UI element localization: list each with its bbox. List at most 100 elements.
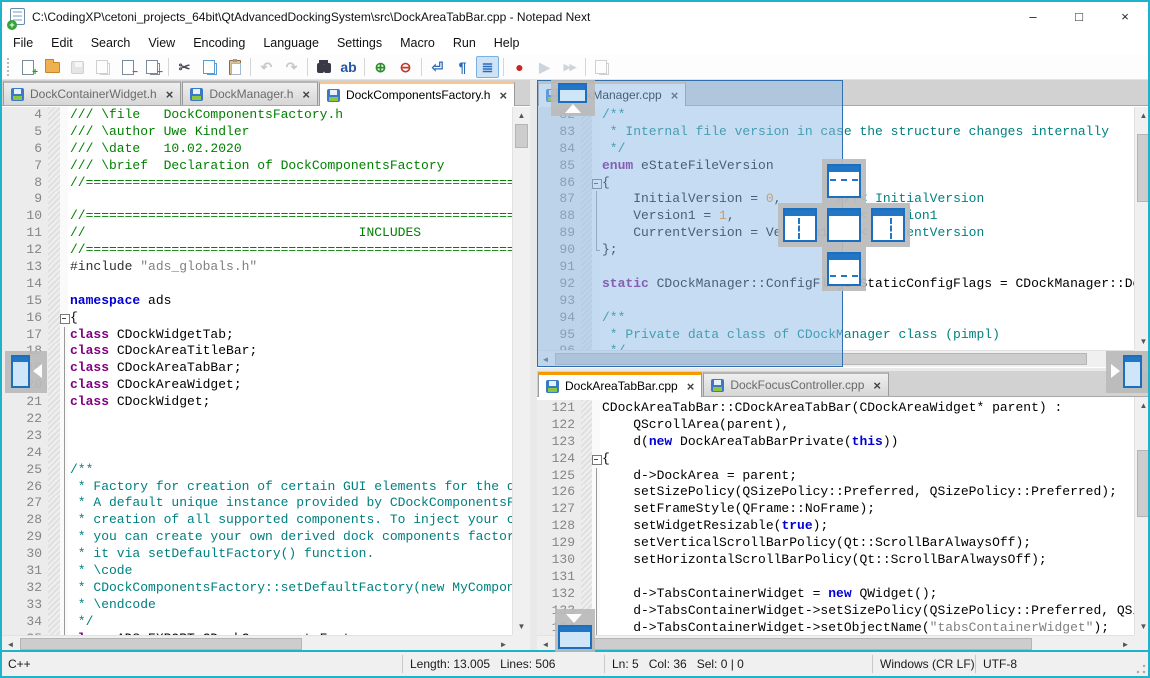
close-window-button[interactable]: × bbox=[1102, 2, 1148, 31]
scrollbar-thumb[interactable] bbox=[1137, 450, 1150, 517]
dock-drop-center[interactable] bbox=[822, 203, 866, 247]
close-all-button[interactable]: − bbox=[141, 56, 164, 78]
line-number: 33 bbox=[2, 597, 48, 614]
scrollbar-thumb[interactable] bbox=[20, 638, 302, 650]
menu-item-run[interactable]: Run bbox=[444, 32, 485, 54]
open-file-button[interactable] bbox=[41, 56, 64, 78]
close-tab-icon[interactable]: × bbox=[687, 380, 695, 393]
zoom-in-button[interactable]: ⊕ bbox=[369, 56, 392, 78]
cut-button[interactable]: ✂ bbox=[173, 56, 196, 78]
scroll-down-arrow[interactable]: ▼ bbox=[1135, 333, 1150, 350]
dock-edge-top[interactable] bbox=[551, 80, 595, 116]
code-editor-bottom-right[interactable]: 121CDockAreaTabBar::CDockAreaTabBar(CDoc… bbox=[537, 397, 1134, 635]
close-tab-icon[interactable]: × bbox=[873, 379, 881, 392]
menu-item-help[interactable]: Help bbox=[485, 32, 529, 54]
fold-margin bbox=[60, 208, 68, 225]
tab-DockFocusController.cpp[interactable]: DockFocusController.cpp× bbox=[703, 372, 889, 396]
scroll-down-arrow[interactable]: ▼ bbox=[513, 618, 530, 635]
scroll-up-arrow[interactable]: ▲ bbox=[1135, 107, 1150, 124]
change-margin bbox=[581, 434, 592, 451]
dock-edge-bottom[interactable] bbox=[555, 609, 595, 652]
menu-item-view[interactable]: View bbox=[139, 32, 184, 54]
scrollbar-thumb[interactable] bbox=[1137, 134, 1150, 202]
status-language[interactable]: C++ bbox=[8, 657, 31, 671]
save-all-button[interactable] bbox=[91, 56, 114, 78]
status-encoding[interactable]: UTF-8 bbox=[983, 657, 1017, 671]
indent-guide-button[interactable]: ≣ bbox=[476, 56, 499, 78]
close-button[interactable]: − bbox=[116, 56, 139, 78]
zoom-out-button[interactable]: ⊖ bbox=[394, 56, 417, 78]
fold-margin bbox=[592, 484, 600, 501]
scroll-up-arrow[interactable]: ▲ bbox=[1135, 397, 1150, 414]
redo-button[interactable]: ↷ bbox=[280, 56, 303, 78]
resize-grip[interactable] bbox=[1136, 664, 1146, 674]
code-line: 25/** bbox=[2, 462, 512, 479]
macro-play-button[interactable]: ▶ bbox=[533, 56, 556, 78]
menu-item-edit[interactable]: Edit bbox=[42, 32, 82, 54]
code-editor-left[interactable]: 4/// \file DockComponentsFactory.h5/// \… bbox=[2, 107, 512, 635]
dock-edge-right[interactable] bbox=[1106, 351, 1148, 393]
code-line: 129 setVerticalScrollBarPolicy(Qt::Scrol… bbox=[537, 535, 1134, 552]
macro-record-button[interactable]: ● bbox=[508, 56, 531, 78]
status-eol-format[interactable]: Windows (CR LF) bbox=[880, 657, 975, 671]
undo-button[interactable]: ↶ bbox=[255, 56, 278, 78]
line-number: 25 bbox=[2, 462, 48, 479]
save-button[interactable] bbox=[66, 56, 89, 78]
close-tab-icon[interactable]: × bbox=[499, 89, 507, 102]
line-number: 34 bbox=[2, 614, 48, 631]
minimize-button[interactable]: – bbox=[1010, 2, 1056, 31]
close-tab-icon[interactable]: × bbox=[302, 88, 310, 101]
fold-margin bbox=[60, 377, 68, 394]
menu-item-encoding[interactable]: Encoding bbox=[184, 32, 254, 54]
tab-DockManager.h[interactable]: DockManager.h× bbox=[182, 81, 318, 105]
scrollbar-thumb[interactable] bbox=[515, 124, 528, 148]
menu-item-macro[interactable]: Macro bbox=[391, 32, 444, 54]
fold-margin[interactable] bbox=[60, 310, 68, 327]
new-file-button[interactable]: + bbox=[16, 56, 39, 78]
paste-button[interactable] bbox=[223, 56, 246, 78]
overlay-glyph: − bbox=[157, 68, 163, 78]
menu-item-search[interactable]: Search bbox=[82, 32, 140, 54]
menu-item-file[interactable]: File bbox=[4, 32, 42, 54]
close-tab-icon[interactable]: × bbox=[166, 88, 174, 101]
vertical-scrollbar-bottom-right[interactable]: ▲ ▼ bbox=[1134, 397, 1150, 635]
dock-edge-left[interactable] bbox=[5, 351, 47, 393]
dock-drop-left[interactable] bbox=[778, 203, 822, 247]
tab-bar-left: DockContainerWidget.h×DockManager.h×Dock… bbox=[2, 80, 530, 106]
scrollbar-thumb[interactable] bbox=[558, 638, 1032, 650]
find-button[interactable] bbox=[312, 56, 335, 78]
dock-bottom-icon bbox=[827, 252, 861, 286]
show-all-characters-button[interactable]: ¶ bbox=[451, 56, 474, 78]
tab-DockComponentsFactory.h[interactable]: DockComponentsFactory.h× bbox=[319, 81, 515, 106]
dock-drop-top[interactable] bbox=[822, 159, 866, 203]
menu-item-language[interactable]: Language bbox=[254, 32, 328, 54]
macro-run-multiple-button[interactable]: ▶▶ bbox=[558, 56, 581, 78]
menu-item-settings[interactable]: Settings bbox=[328, 32, 391, 54]
line-number: 22 bbox=[2, 411, 48, 428]
vertical-scrollbar-left[interactable]: ▲ ▼ bbox=[512, 107, 530, 635]
line-number: 31 bbox=[2, 563, 48, 580]
maximize-button[interactable]: □ bbox=[1056, 2, 1102, 31]
dock-drop-right[interactable] bbox=[866, 203, 910, 247]
code-line: 121CDockAreaTabBar::CDockAreaTabBar(CDoc… bbox=[537, 400, 1134, 417]
replace-button[interactable]: ab bbox=[337, 56, 360, 78]
fold-margin bbox=[592, 417, 600, 434]
vertical-scrollbar-top-right[interactable]: ▲ ▼ bbox=[1134, 107, 1150, 350]
tab-DockAreaTabBar.cpp[interactable]: DockAreaTabBar.cpp× bbox=[538, 372, 702, 397]
clone-editor-button[interactable] bbox=[590, 56, 613, 78]
scroll-down-arrow[interactable]: ▼ bbox=[1135, 618, 1150, 635]
scroll-up-arrow[interactable]: ▲ bbox=[513, 107, 530, 124]
change-margin bbox=[48, 614, 60, 631]
app-icon bbox=[10, 8, 25, 25]
save-state-icon bbox=[11, 88, 24, 101]
copy-button[interactable] bbox=[198, 56, 221, 78]
vertical-splitter[interactable] bbox=[530, 80, 537, 652]
toolbar-drag-handle[interactable] bbox=[7, 58, 12, 76]
tab-DockContainerWidget.h[interactable]: DockContainerWidget.h× bbox=[3, 81, 181, 105]
word-wrap-button[interactable]: ⏎ bbox=[426, 56, 449, 78]
dock-drop-bottom[interactable] bbox=[822, 247, 866, 291]
code-line: 134 d->TabsContainerWidget->setObjectNam… bbox=[537, 620, 1134, 635]
line-number: 17 bbox=[2, 327, 48, 344]
code-text: * Factory for creation of certain GUI el… bbox=[68, 479, 512, 496]
fold-margin[interactable] bbox=[592, 451, 600, 468]
